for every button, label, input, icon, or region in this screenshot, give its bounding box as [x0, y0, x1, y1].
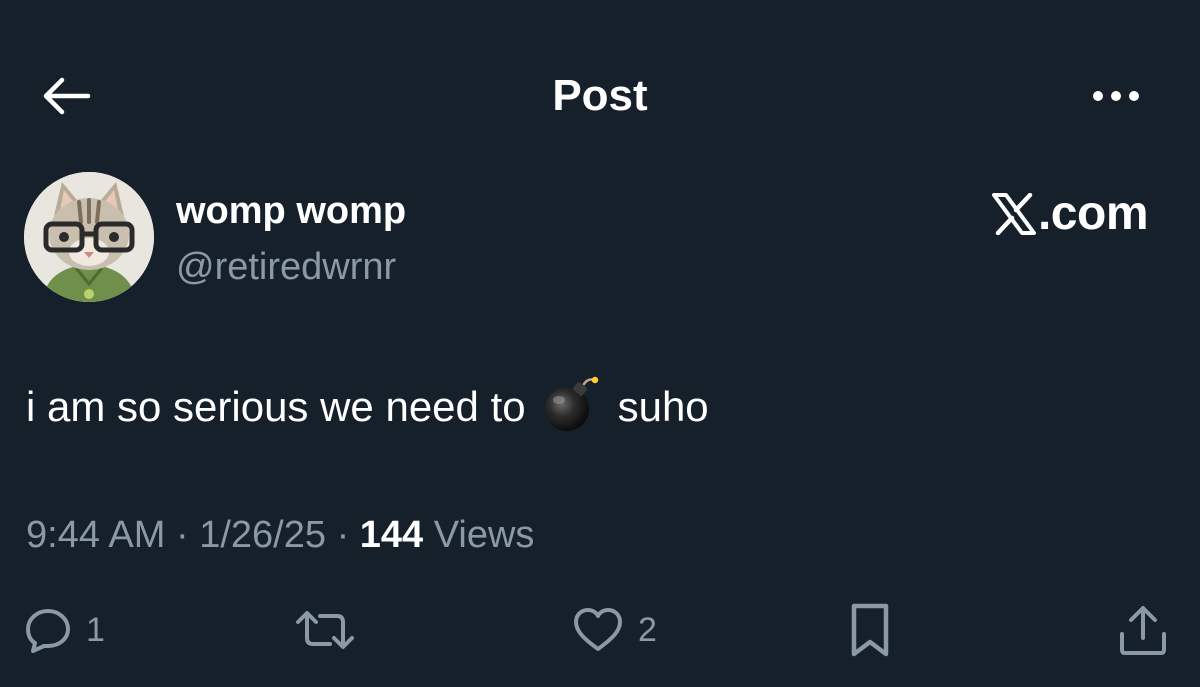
- views-label: Views: [433, 514, 535, 556]
- post-time[interactable]: 9:44 AM: [26, 514, 165, 556]
- repost-button[interactable]: [294, 600, 356, 660]
- like-count: 2: [638, 611, 657, 649]
- watermark-text: .com: [1037, 187, 1149, 240]
- more-horizontal-icon: [1093, 91, 1139, 101]
- post-date[interactable]: 1/26/25: [199, 514, 326, 556]
- post-text-before: i am so serious we need to: [26, 383, 526, 430]
- avatar[interactable]: [24, 172, 154, 302]
- arrow-left-icon: [43, 77, 91, 115]
- heart-icon: [574, 608, 622, 651]
- post-text: i am so serious we need to suho: [26, 376, 709, 436]
- post-meta: 9:44 AM · 1/26/25 · 144 Views: [26, 512, 534, 558]
- cat-with-glasses-avatar: [24, 172, 154, 302]
- reply-button[interactable]: 1: [24, 600, 105, 660]
- meta-separator: ·: [175, 514, 189, 556]
- like-button[interactable]: 2: [572, 600, 657, 660]
- share-icon: [1120, 606, 1166, 655]
- post-text-after: suho: [617, 383, 709, 430]
- bookmark-button[interactable]: [848, 600, 892, 660]
- share-button[interactable]: [1118, 600, 1168, 660]
- bookmark-icon: [851, 603, 889, 657]
- x-com-watermark: .com: [991, 186, 1149, 242]
- reply-icon: [26, 609, 70, 653]
- post-page: Post womp womp @retiredwrnr .com i am so…: [0, 0, 1200, 687]
- reply-count: 1: [86, 611, 105, 649]
- bomb-emoji: [544, 376, 598, 431]
- author-handle[interactable]: @retiredwrnr: [176, 244, 396, 290]
- more-button[interactable]: [1088, 74, 1144, 118]
- x-logo-icon: [991, 193, 1036, 235]
- back-button[interactable]: [36, 70, 96, 122]
- views-count: 144: [359, 514, 424, 556]
- page-title: Post: [552, 71, 648, 120]
- author-display-name[interactable]: womp womp: [176, 188, 406, 234]
- repost-icon: [296, 611, 354, 649]
- meta-separator: ·: [336, 514, 350, 556]
